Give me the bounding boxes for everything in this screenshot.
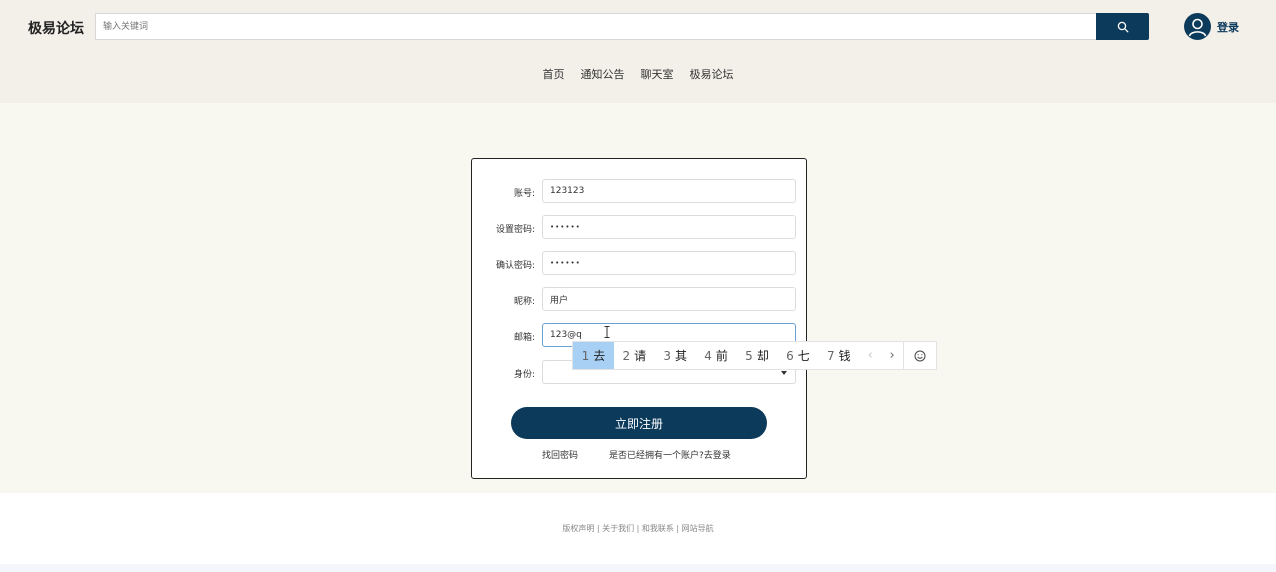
ime-candidate[interactable]: 5却 <box>737 342 778 369</box>
ime-candidate[interactable]: 3其 <box>655 342 696 369</box>
header: 极易论坛 登录 首页 通知公告 聊天室 极易论坛 <box>0 0 1276 103</box>
user-avatar[interactable] <box>1184 13 1211 40</box>
footer-separator: | <box>673 524 682 533</box>
main-nav: 首页 通知公告 聊天室 极易论坛 <box>0 66 1276 82</box>
nav-item-notices[interactable]: 通知公告 <box>581 66 625 82</box>
email-label: 邮箱: <box>513 333 535 343</box>
ime-candidate[interactable]: 7钱 <box>818 342 859 369</box>
nickname-field[interactable] <box>542 287 796 311</box>
login-link[interactable]: 登录 <box>1217 19 1239 35</box>
nav-item-forum[interactable]: 极易论坛 <box>690 66 734 82</box>
account-field[interactable] <box>542 179 796 203</box>
nickname-label: 昵称: <box>513 297 535 307</box>
user-icon <box>1188 18 1207 37</box>
ime-candidate[interactable]: 1去 <box>573 342 614 369</box>
password-field[interactable]: •••••• <box>542 215 796 239</box>
ime-candidate[interactable]: 4前 <box>696 342 737 369</box>
text-cursor-icon <box>604 326 610 338</box>
chevron-left-icon[interactable]: ‹ <box>859 342 881 369</box>
site-logo[interactable]: 极易论坛 <box>28 18 84 38</box>
search-input[interactable] <box>95 13 1096 40</box>
role-label: 身份: <box>513 370 535 380</box>
nav-item-home[interactable]: 首页 <box>543 66 565 82</box>
nav-item-chatroom[interactable]: 聊天室 <box>641 66 674 82</box>
ime-candidate[interactable]: 6七 <box>777 342 818 369</box>
confirm-password-field[interactable]: •••••• <box>542 251 796 275</box>
smiley-icon-glyph <box>914 350 926 361</box>
main-area: 账号: 设置密码: •••••• 确认密码: •••••• 昵称: 邮箱: 身份… <box>0 103 1276 493</box>
footer-about-link[interactable]: 关于我们 <box>602 524 634 533</box>
confirm-password-label: 确认密码: <box>495 261 535 271</box>
chevron-right-icon[interactable]: › <box>881 342 903 369</box>
footer: 版权声明 | 关于我们 | 和我联系 | 网站导航 <box>0 493 1276 564</box>
search-button[interactable] <box>1096 13 1149 40</box>
ime-candidate[interactable]: 2请 <box>614 342 655 369</box>
register-card: 账号: 设置密码: •••••• 确认密码: •••••• 昵称: 邮箱: 身份… <box>471 158 807 479</box>
account-label: 账号: <box>513 189 535 199</box>
forgot-password-link[interactable]: 找回密码 <box>542 448 578 461</box>
footer-separator: | <box>594 524 603 533</box>
register-button[interactable]: 立即注册 <box>511 407 767 439</box>
footer-separator: | <box>634 524 642 533</box>
footer-links: 版权声明 | 关于我们 | 和我联系 | 网站导航 <box>0 523 1276 534</box>
ime-candidate-bar: 1去 2请 3其 4前 5却 6七 7钱 ‹ › <box>572 341 937 370</box>
go-login-link[interactable]: 是否已经拥有一个账户?去登录 <box>609 448 731 461</box>
footer-sitemap-link[interactable]: 网站导航 <box>682 524 714 533</box>
footer-contact-link[interactable]: 和我联系 <box>642 524 674 533</box>
footer-copyright-link[interactable]: 版权声明 <box>562 524 594 533</box>
password-label: 设置密码: <box>495 225 535 235</box>
dropdown-arrow-icon <box>781 371 787 375</box>
smiley-icon[interactable] <box>903 342 936 369</box>
search-icon <box>1117 21 1128 32</box>
